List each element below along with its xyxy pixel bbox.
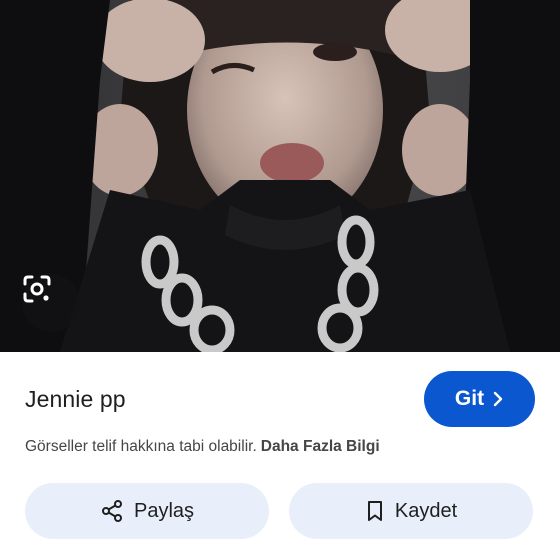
chevron-right-icon	[492, 391, 504, 407]
result-title: Jennie pp	[25, 386, 126, 412]
share-button[interactable]: Paylaş	[25, 483, 269, 539]
lens-search-button[interactable]	[22, 274, 80, 332]
visit-button-label: Git	[454, 387, 485, 410]
copyright-notice: Görseller telif hakkına tabi olabilir. Da…	[25, 438, 380, 456]
copyright-notice-text: Görseller telif hakkına tabi olabilir.	[25, 438, 257, 455]
share-icon	[100, 499, 124, 523]
portrait-illustration	[0, 0, 560, 352]
result-details-panel: Jennie pp Git Görseller telif hakkına ta…	[0, 352, 560, 560]
save-button[interactable]: Kaydet	[289, 483, 533, 539]
result-image[interactable]	[0, 0, 560, 352]
bookmark-icon	[365, 499, 385, 523]
share-button-label: Paylaş	[133, 499, 195, 522]
more-info-link[interactable]: Daha Fazla Bilgi	[261, 438, 380, 455]
save-button-label: Kaydet	[394, 499, 458, 522]
visit-button[interactable]: Git	[424, 371, 535, 427]
